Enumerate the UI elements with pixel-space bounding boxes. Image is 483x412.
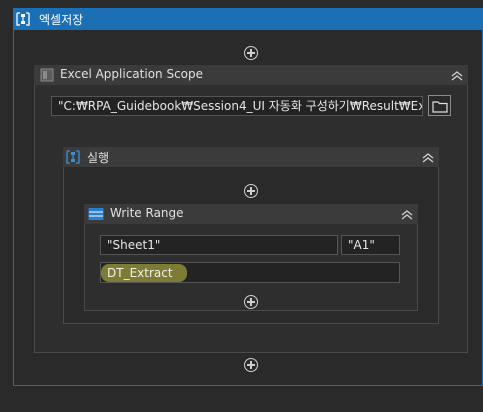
excel-scope-icon [40, 68, 54, 82]
outer-sequence-header[interactable]: 엑셀저장 [13, 8, 483, 30]
add-activity-inner-top[interactable] [244, 184, 258, 198]
write-range-header[interactable]: Write Range [84, 204, 418, 224]
sheet-name-field[interactable]: "Sheet1" [100, 235, 338, 255]
sequence-icon [15, 11, 31, 27]
add-activity-bottom[interactable] [244, 358, 258, 372]
start-cell-field[interactable]: "A1" [341, 235, 400, 255]
inner-sequence-title: 실행 [87, 151, 110, 165]
add-activity-top[interactable] [244, 46, 258, 60]
collapse-icon[interactable] [400, 208, 414, 222]
folder-icon [432, 99, 448, 113]
workbook-path-field[interactable]: "C:₩RPA_Guidebook₩Session4_UI 자동화 구성하기₩R… [51, 96, 423, 116]
inner-sequence-header[interactable]: 실행 [63, 147, 439, 167]
sequence-icon [65, 149, 81, 165]
collapse-icon[interactable] [450, 69, 464, 83]
datatable-value: DT_Extract [107, 266, 173, 280]
write-range-title: Write Range [110, 206, 184, 220]
browse-folder-button[interactable] [428, 95, 451, 116]
collapse-icon[interactable] [421, 151, 435, 165]
datatable-field[interactable]: DT_Extract [100, 262, 400, 283]
outer-sequence-title: 엑셀저장 [39, 13, 84, 27]
excel-scope-header[interactable]: Excel Application Scope [34, 65, 468, 85]
write-range-icon [88, 207, 104, 221]
add-activity-after-write-range[interactable] [244, 295, 258, 309]
excel-scope-title: Excel Application Scope [60, 67, 204, 81]
